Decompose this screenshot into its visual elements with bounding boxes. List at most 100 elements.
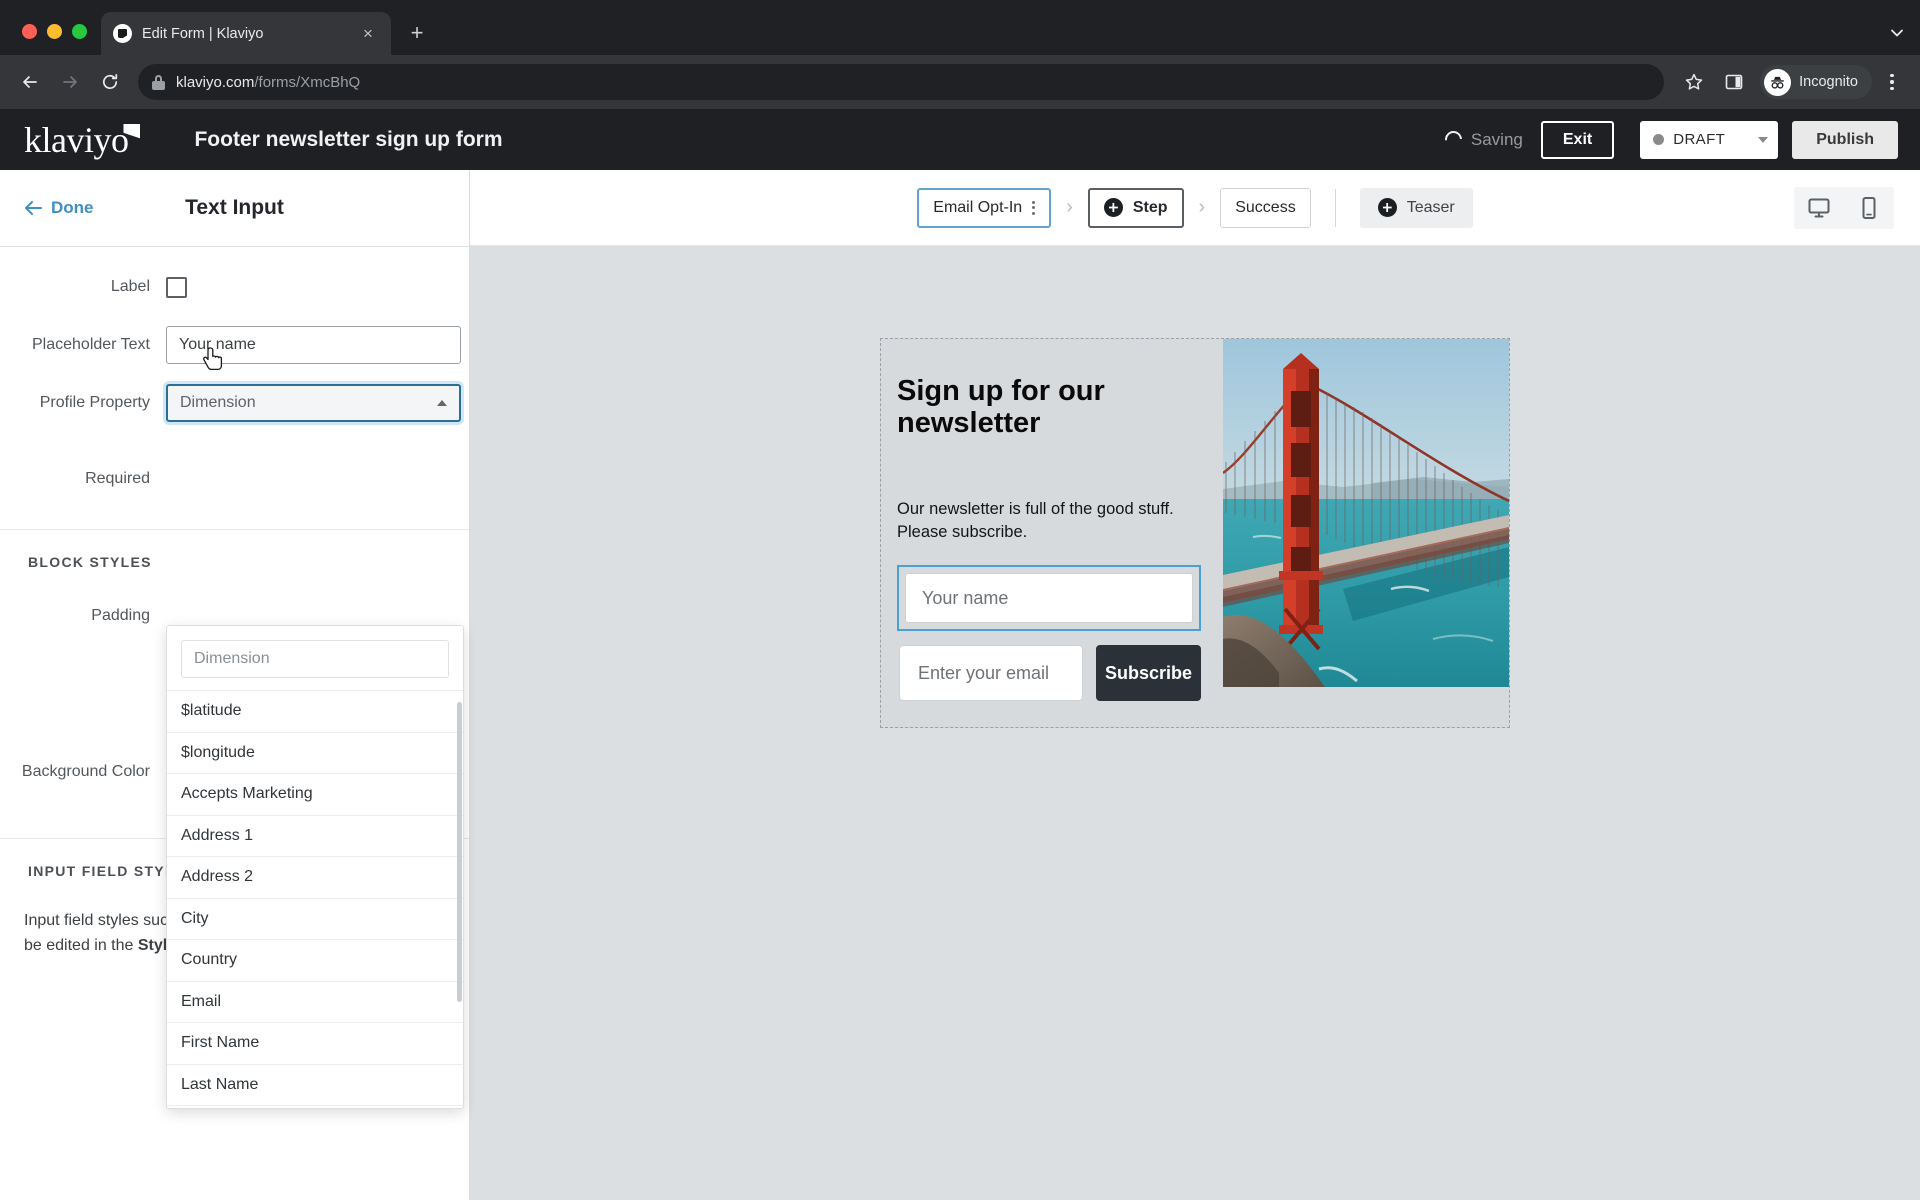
kebab-menu-icon[interactable] (1876, 64, 1908, 100)
app-header-actions: Saving Exit DRAFT Publish (1441, 120, 1898, 159)
help-line-2: be edited in the (24, 936, 138, 954)
signup-form-card[interactable]: Sign up for our newsletter Our newslette… (880, 338, 1510, 729)
form-subtext[interactable]: Our newsletter is full of the good stuff… (897, 440, 1201, 544)
profile-property-field-label: Profile Property (39, 394, 150, 411)
dropdown-option[interactable]: $latitude (167, 690, 463, 732)
page-title: Footer newsletter sign up form (194, 127, 503, 151)
dropdown-search-placeholder: Dimension (194, 650, 270, 667)
arrow-left-icon (25, 201, 42, 215)
form-canvas: Email Opt-In › Step › Success Teaser Sig… (470, 170, 1920, 1200)
dropdown-option[interactable]: Organization (167, 1105, 463, 1108)
minimize-window-button[interactable] (47, 24, 62, 39)
dropdown-option[interactable]: City (167, 897, 463, 940)
form-heading[interactable]: Sign up for our newsletter (897, 361, 1201, 440)
step-label: Email Opt-In (933, 198, 1023, 216)
step-label: Success (1235, 198, 1296, 216)
dropdown-option-list[interactable]: $latitude $longitude Accepts Marketing A… (167, 690, 463, 1108)
dropdown-option[interactable]: Country (167, 939, 463, 981)
tab-strip: Edit Form | Klaviyo × + (0, 0, 1920, 55)
saving-label: Saving (1470, 129, 1523, 149)
chevron-down-icon[interactable] (1888, 24, 1906, 45)
dropdown-option[interactable]: Last Name (167, 1063, 463, 1106)
editor-sidebar: Done Text Input Label Placeholder Text Y… (0, 170, 470, 1200)
mouse-cursor-pointer-icon (203, 346, 225, 379)
dropdown-option[interactable]: Accepts Marketing (167, 773, 463, 815)
klaviyo-logo[interactable]: klaviyo (24, 119, 141, 160)
label-checkbox[interactable] (166, 276, 187, 298)
dropdown-option[interactable]: Email (167, 980, 463, 1023)
close-tab-icon[interactable]: × (357, 23, 379, 45)
arrow-left-icon[interactable] (12, 64, 48, 100)
field-label-row: Label (0, 265, 469, 309)
browser-toolbar: klaviyo.com/forms/XmcBhQ Incognito (0, 55, 1920, 109)
address-bar[interactable]: klaviyo.com/forms/XmcBhQ (138, 64, 1665, 100)
profile-incognito-button[interactable]: Incognito (1760, 65, 1872, 99)
profile-label: Incognito (1799, 74, 1858, 90)
logo-text: klaviyo (24, 119, 129, 160)
side-panel-icon[interactable] (1716, 64, 1752, 100)
profile-property-dropdown: Dimension $latitude $longitude Accepts M… (166, 625, 464, 1109)
step-email-opt-in[interactable]: Email Opt-In (917, 187, 1052, 228)
publish-button[interactable]: Publish (1792, 120, 1898, 159)
maximize-window-button[interactable] (72, 24, 87, 39)
block-styles-heading: BLOCK STYLES (28, 554, 152, 570)
arrow-right-icon (52, 64, 88, 100)
step-label: Step (1132, 198, 1168, 216)
field-profile-property-row: Profile Property Dimension (0, 381, 469, 425)
url-domain: klaviyo.com (176, 73, 255, 91)
app-header: klaviyo Footer newsletter sign up form S… (0, 109, 1920, 170)
step-add-step[interactable]: Step (1087, 187, 1184, 228)
new-tab-button[interactable]: + (401, 17, 433, 49)
url-path: /forms/XmcBhQ (254, 73, 361, 91)
profile-property-select[interactable]: Dimension (166, 384, 461, 422)
dropdown-search-wrap: Dimension (167, 626, 463, 690)
dropdown-search-input[interactable]: Dimension (181, 640, 449, 678)
reload-icon[interactable] (92, 64, 128, 100)
divider (1334, 188, 1336, 227)
status-value: DRAFT (1673, 131, 1726, 148)
field-required-row: Required (0, 457, 469, 501)
status-dot-icon (1653, 134, 1665, 145)
dropdown-scrollbar[interactable] (457, 702, 462, 1092)
star-icon[interactable] (1676, 64, 1712, 100)
mobile-icon[interactable] (1852, 192, 1886, 224)
browser-tab[interactable]: Edit Form | Klaviyo × (101, 12, 391, 55)
field-placeholder-row: Placeholder Text Your name (0, 323, 469, 367)
dropdown-option[interactable]: First Name (167, 1022, 463, 1064)
dropdown-option[interactable]: $longitude (167, 731, 463, 774)
form-name-input[interactable]: Your name (905, 573, 1193, 624)
dropdown-scrollbar-thumb[interactable] (457, 702, 462, 1002)
step-success[interactable]: Success (1220, 187, 1311, 228)
form-image-column[interactable] (1223, 339, 1509, 727)
klaviyo-app: klaviyo Footer newsletter sign up form S… (0, 109, 1920, 1200)
done-label: Done (51, 198, 94, 217)
dropdown-option[interactable]: Address 2 (167, 856, 463, 898)
dropdown-option[interactable]: Address 1 (167, 814, 463, 857)
close-window-button[interactable] (22, 24, 37, 39)
plus-circle-icon (1103, 198, 1123, 217)
help-line-1: Input field styles such (24, 912, 177, 929)
chevron-down-icon (1758, 136, 1769, 143)
placeholder-field-label: Placeholder Text (32, 336, 150, 353)
url-text: klaviyo.com/forms/XmcBhQ (176, 74, 360, 91)
step-options-icon[interactable] (1032, 200, 1036, 215)
teaser-label: Teaser (1406, 198, 1455, 216)
required-field-label: Required (85, 470, 150, 487)
selected-text-input-block[interactable]: Your name (897, 565, 1201, 632)
browser-window: Edit Form | Klaviyo × + klaviyo.com/form… (0, 0, 1920, 1200)
subscribe-button[interactable]: Subscribe (1096, 645, 1201, 702)
teaser-button[interactable]: Teaser (1359, 187, 1473, 228)
window-traffic-lights (12, 24, 101, 55)
status-dropdown[interactable]: DRAFT (1640, 120, 1779, 159)
done-button[interactable]: Done (24, 198, 94, 218)
form-email-row: Enter your email Subscribe (897, 645, 1201, 702)
exit-button[interactable]: Exit (1540, 120, 1615, 159)
form-email-input[interactable]: Enter your email (899, 645, 1083, 702)
chevron-right-icon: › (1198, 196, 1206, 218)
desktop-icon[interactable] (1802, 192, 1836, 224)
sidebar-fields: Label Placeholder Text Your name Profile… (0, 247, 469, 515)
chevron-up-icon (437, 400, 447, 406)
device-toggle (1794, 186, 1894, 229)
app-body: Done Text Input Label Placeholder Text Y… (0, 170, 1920, 1200)
plus-circle-icon (1377, 198, 1397, 217)
